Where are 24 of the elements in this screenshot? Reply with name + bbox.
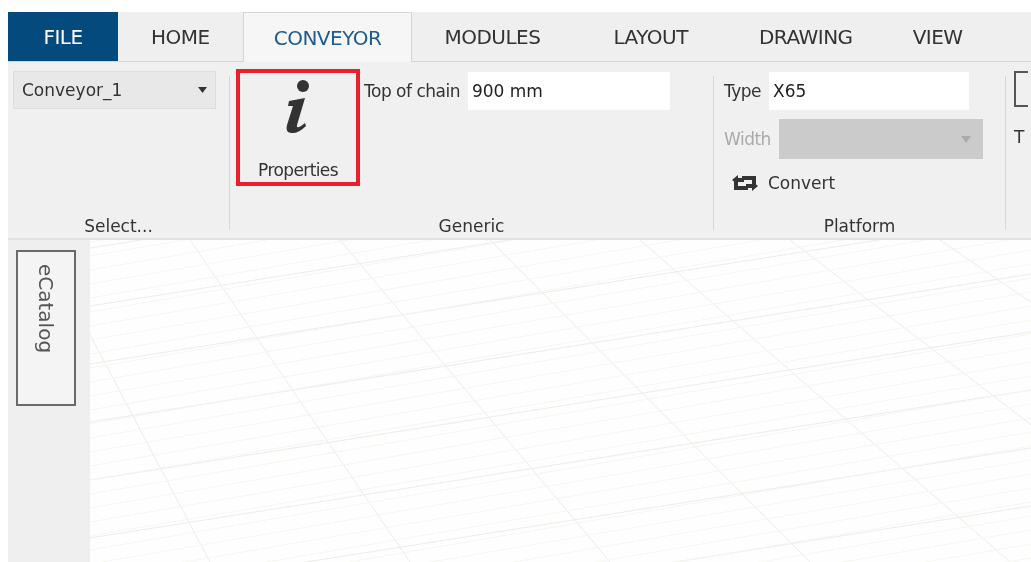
group-caption: Select... (83, 216, 154, 236)
caret-icon (198, 87, 207, 93)
convert-button[interactable]: Convert (724, 167, 1005, 199)
group-caption: Platform (822, 216, 897, 236)
field-label: Top of chain (364, 81, 460, 101)
ribbon-tab[interactable]: CONVEYOR (242, 12, 413, 63)
field-label: Type (724, 81, 762, 101)
convert-icon (730, 173, 760, 193)
ribbon-tab[interactable]: LAYOUT (572, 12, 729, 61)
conveyor-dropdown[interactable]: Conveyor_1 (13, 71, 216, 109)
caret-icon (960, 135, 971, 143)
ribbon-tab[interactable]: DRAWING (728, 12, 883, 61)
input-field[interactable] (1014, 71, 1028, 107)
group-caption: Generic (437, 216, 506, 236)
top-of-chain-field[interactable]: 900 mm (467, 72, 670, 110)
ribbon-tab[interactable]: HOME (118, 12, 243, 61)
ribbon-tab[interactable]: FILE (8, 12, 118, 61)
type-field[interactable]: X65 (769, 72, 970, 110)
field-label: T (1014, 127, 1026, 147)
ribbon-tab[interactable]: VIEW (882, 12, 993, 61)
field-label: Width (724, 129, 771, 149)
ribbon-tab[interactable]: MODULES (412, 12, 573, 61)
side-tab[interactable]: eCatalog (16, 250, 76, 406)
properties-button[interactable]: Properties (236, 69, 360, 186)
